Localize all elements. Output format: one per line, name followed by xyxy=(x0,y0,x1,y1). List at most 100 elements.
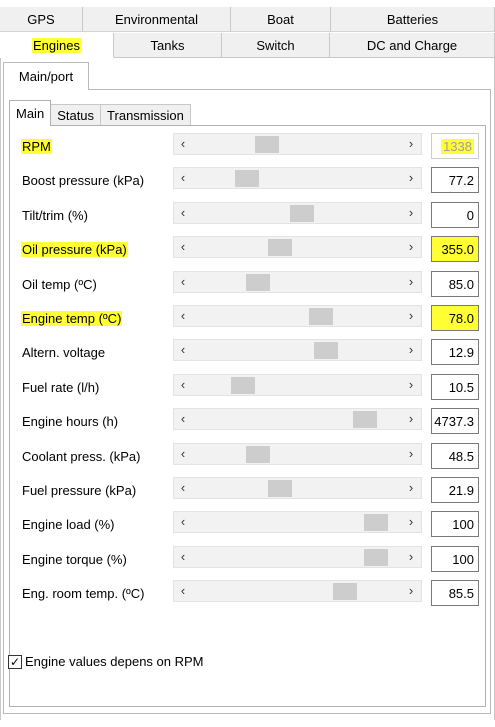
value-field[interactable]: 85.0 xyxy=(431,270,479,297)
tab-engines[interactable]: Engines xyxy=(0,33,114,58)
chevron-right-icon[interactable]: › xyxy=(405,377,417,393)
scrollbar-thumb[interactable] xyxy=(234,170,259,188)
chevron-right-icon[interactable]: › xyxy=(405,239,417,255)
chevron-left-icon[interactable]: ‹ xyxy=(177,377,189,393)
checkbox-label: Engine values depens on RPM xyxy=(25,654,204,669)
tab-dc-and-charge[interactable]: DC and Charge xyxy=(330,33,495,58)
chevron-left-icon[interactable]: ‹ xyxy=(177,411,189,427)
chevron-left-icon[interactable]: ‹ xyxy=(177,205,189,221)
scrollbar-thumb[interactable] xyxy=(245,273,270,291)
chevron-right-icon[interactable]: › xyxy=(405,136,417,152)
value-field[interactable]: 100 xyxy=(431,545,479,572)
value-field[interactable]: 1338 xyxy=(431,133,479,159)
chevron-right-icon[interactable]: › xyxy=(405,446,417,462)
chevron-left-icon[interactable]: ‹ xyxy=(177,308,189,324)
value-scrollbar[interactable]: ‹ › xyxy=(173,477,422,499)
chevron-left-icon[interactable]: ‹ xyxy=(177,170,189,186)
value-scrollbar[interactable]: ‹ › xyxy=(173,442,422,465)
chevron-left-icon[interactable]: ‹ xyxy=(177,514,189,530)
value-scrollbar[interactable]: ‹ › xyxy=(173,545,422,568)
scrollbar-thumb[interactable] xyxy=(364,514,389,532)
value-row: Engine hours (h) ‹ › 4737.3 xyxy=(10,405,487,439)
value-field[interactable]: 355.0 xyxy=(431,236,479,263)
tab-batteries[interactable]: Batteries xyxy=(331,7,495,32)
tab-main[interactable]: Main xyxy=(9,100,52,126)
row-label-text: Oil temp (ºC) xyxy=(22,276,97,292)
row-label-text: Coolant press. (kPa) xyxy=(22,448,141,464)
tab-boat[interactable]: Boat xyxy=(231,7,331,32)
tab-switch[interactable]: Switch xyxy=(222,33,330,58)
value-scrollbar[interactable]: ‹ › xyxy=(173,133,422,155)
tab-transmission[interactable]: Transmission xyxy=(100,104,191,126)
value-scrollbar[interactable]: ‹ › xyxy=(173,373,422,396)
chevron-left-icon[interactable]: ‹ xyxy=(177,239,189,255)
value-field[interactable]: 48.5 xyxy=(431,442,479,469)
tab-status[interactable]: Status xyxy=(50,104,102,126)
value-row: Engine torque (%) ‹ › 100 xyxy=(10,543,487,577)
value-field[interactable]: 100 xyxy=(431,511,479,538)
chevron-right-icon[interactable]: › xyxy=(405,274,417,290)
scrollbar-thumb[interactable] xyxy=(332,583,357,601)
value-scrollbar[interactable]: ‹ › xyxy=(173,201,422,224)
scrollbar-thumb[interactable] xyxy=(308,308,333,325)
value-scrollbar[interactable]: ‹ › xyxy=(173,305,422,327)
value-scrollbar[interactable]: ‹ › xyxy=(173,167,422,190)
row-label-text: Eng. room temp. (ºC) xyxy=(22,586,145,602)
value-row: Oil temp (ºC) ‹ › 85.0 xyxy=(10,268,487,302)
value-field[interactable]: 0 xyxy=(431,201,479,228)
chevron-left-icon[interactable]: ‹ xyxy=(177,583,189,599)
chevron-left-icon[interactable]: ‹ xyxy=(177,136,189,152)
row-label-text: Altern. voltage xyxy=(22,345,106,361)
value-text: 78.0 xyxy=(448,311,474,326)
value-scrollbar[interactable]: ‹ › xyxy=(173,236,422,259)
chevron-right-icon[interactable]: › xyxy=(405,170,417,186)
value-scrollbar[interactable]: ‹ › xyxy=(173,580,422,603)
scrollbar-thumb[interactable] xyxy=(353,411,378,429)
chevron-right-icon[interactable]: › xyxy=(405,514,417,530)
value-scrollbar[interactable]: ‹ › xyxy=(173,511,422,534)
checkbox-box[interactable]: ✓ xyxy=(8,654,22,669)
chevron-right-icon[interactable]: › xyxy=(405,549,417,565)
chevron-left-icon[interactable]: ‹ xyxy=(177,446,189,462)
row-label-text: Tilt/trim (%) xyxy=(22,207,88,223)
chevron-right-icon[interactable]: › xyxy=(405,205,417,221)
tab-environmental[interactable]: Environmental xyxy=(83,7,231,32)
value-field[interactable]: 77.2 xyxy=(431,167,479,194)
chevron-left-icon[interactable]: ‹ xyxy=(177,549,189,565)
tab-main-port[interactable]: Main/port xyxy=(3,62,89,90)
value-row: Fuel rate (l/h) ‹ › 10.5 xyxy=(10,371,487,405)
chevron-left-icon[interactable]: ‹ xyxy=(177,480,189,496)
chevron-right-icon[interactable]: › xyxy=(405,308,417,324)
tab-label: Environmental xyxy=(114,11,199,27)
scrollbar-thumb[interactable] xyxy=(268,239,292,257)
value-field[interactable]: 12.9 xyxy=(431,339,479,366)
value-field[interactable]: 85.5 xyxy=(431,580,479,607)
scrollbar-thumb[interactable] xyxy=(245,445,270,463)
chevron-right-icon[interactable]: › xyxy=(405,342,417,358)
value-field[interactable]: 10.5 xyxy=(431,373,479,400)
scrollbar-thumb[interactable] xyxy=(231,376,255,394)
scrollbar-thumb[interactable] xyxy=(255,136,280,153)
tab-gps[interactable]: GPS xyxy=(0,7,83,32)
value-scrollbar[interactable]: ‹ › xyxy=(173,408,422,431)
value-field[interactable]: 4737.3 xyxy=(431,408,479,435)
value-field[interactable]: 78.0 xyxy=(431,305,479,331)
scrollbar-thumb[interactable] xyxy=(290,204,315,222)
value-row: RPM ‹ › 1338 xyxy=(10,130,487,164)
chevron-left-icon[interactable]: ‹ xyxy=(177,342,189,358)
chevron-right-icon[interactable]: › xyxy=(405,411,417,427)
value-text: 85.0 xyxy=(448,276,474,292)
chevron-right-icon[interactable]: › xyxy=(405,583,417,599)
chevron-left-icon[interactable]: ‹ xyxy=(177,274,189,290)
depends-on-rpm-checkbox[interactable]: ✓ Engine values depens on RPM xyxy=(8,654,204,669)
value-row: Altern. voltage ‹ › 12.9 xyxy=(10,336,487,370)
chevron-right-icon[interactable]: › xyxy=(405,480,417,496)
scrollbar-thumb[interactable] xyxy=(364,548,389,566)
scrollbar-thumb[interactable] xyxy=(268,480,292,497)
value-scrollbar[interactable]: ‹ › xyxy=(173,339,422,362)
tab-tanks[interactable]: Tanks xyxy=(114,33,222,58)
value-row: Fuel pressure (kPa) ‹ › 21.9 xyxy=(10,474,487,508)
value-scrollbar[interactable]: ‹ › xyxy=(173,270,422,293)
value-field[interactable]: 21.9 xyxy=(431,477,479,503)
scrollbar-thumb[interactable] xyxy=(314,342,339,360)
